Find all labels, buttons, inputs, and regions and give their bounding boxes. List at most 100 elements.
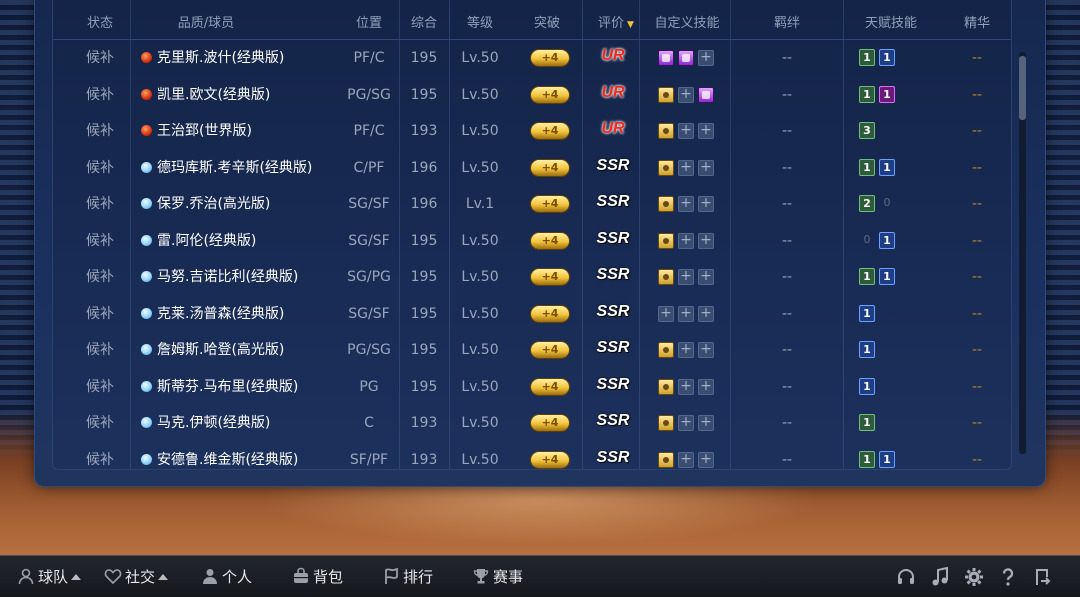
add-skill-icon[interactable] [698, 305, 714, 322]
table-row[interactable]: 候补 斯蒂芬.马布里(经典版) PG 195 Lv.50 +4 SSR -- 1 -- [53, 369, 1011, 406]
breakthrough-badge[interactable]: +4 [530, 85, 570, 104]
talent-badge[interactable]: 1 [859, 450, 875, 468]
nav-personal[interactable]: 个人 [201, 566, 252, 588]
add-skill-icon[interactable] [698, 195, 714, 212]
add-skill-icon[interactable] [698, 159, 714, 176]
skill-icon[interactable] [658, 123, 674, 139]
talent-badge[interactable]: 1 [859, 85, 875, 103]
add-skill-icon[interactable] [678, 122, 694, 139]
table-row[interactable]: 候补 雷.阿伦(经典版) SG/SF 195 Lv.50 +4 SSR -- 01 -- [53, 223, 1011, 260]
gear-icon[interactable] [964, 567, 984, 587]
talent-badge[interactable]: 1 [859, 49, 875, 66]
header-bond[interactable]: 羁绊 [753, 12, 821, 31]
table-row[interactable]: 候补 王治郅(世界版) PF/C 193 Lv.50 +4 UR -- 3 -- [53, 113, 1011, 150]
help-icon[interactable] [998, 567, 1018, 587]
breakthrough-badge[interactable]: +4 [530, 231, 570, 250]
scrollbar[interactable] [1019, 52, 1026, 454]
talent-badge[interactable]: 1 [859, 268, 875, 285]
table-row[interactable]: 候补 詹姆斯.哈登(高光版) PG/SG 195 Lv.50 +4 SSR -- 1 -- [53, 332, 1011, 369]
talent-badge[interactable]: 1 [859, 158, 875, 176]
table-row[interactable]: 候补 马克.伊顿(经典版) C 193 Lv.50 +4 SSR -- 1 -- [53, 405, 1011, 442]
breakthrough-badge[interactable]: +4 [530, 377, 570, 396]
add-skill-icon[interactable] [698, 49, 714, 66]
add-skill-icon[interactable] [678, 232, 694, 249]
add-skill-icon[interactable] [678, 378, 694, 395]
breakthrough-badge[interactable]: +4 [530, 341, 570, 359]
nav-events[interactable]: 赛事 [472, 566, 523, 588]
breakthrough-badge[interactable]: +4 [530, 268, 570, 286]
header-overall[interactable]: 综合 [398, 12, 450, 31]
table-row[interactable]: 候补 凯里.欧文(经典版) PG/SG 195 Lv.50 +4 UR -- 11 -- [53, 77, 1011, 114]
music-icon[interactable] [930, 566, 950, 587]
talent-badge[interactable]: 1 [859, 341, 875, 358]
skill-icon[interactable] [658, 196, 674, 212]
talent-badge[interactable]: 1 [879, 49, 895, 66]
talent-badge[interactable]: 1 [879, 231, 895, 249]
talent-badge[interactable]: 2 [859, 195, 875, 212]
skill-icon[interactable] [658, 269, 674, 285]
header-position[interactable]: 位置 [339, 12, 399, 31]
header-custom-skills[interactable]: 自定义技能 [644, 12, 730, 31]
nav-social[interactable]: 社交 [104, 566, 169, 588]
breakthrough-badge[interactable]: +4 [530, 49, 570, 67]
add-skill-icon[interactable] [658, 305, 674, 322]
header-breakthrough[interactable]: 突破 [519, 12, 575, 31]
skill-icon[interactable] [698, 86, 714, 103]
table-row[interactable]: 候补 克里斯.波什(经典版) PF/C 195 Lv.50 +4 UR -- 11 -- [53, 40, 1011, 77]
skill-icon[interactable] [658, 232, 674, 249]
add-skill-icon[interactable] [698, 341, 714, 358]
add-skill-icon[interactable] [678, 86, 694, 103]
add-skill-icon[interactable] [698, 414, 714, 431]
talent-badge[interactable]: 3 [859, 122, 875, 139]
scrollbar-thumb[interactable] [1019, 56, 1026, 120]
nav-team[interactable]: 球队 [17, 566, 82, 588]
add-skill-icon[interactable] [678, 195, 694, 212]
nav-backpack[interactable]: 背包 [292, 566, 343, 588]
add-skill-icon[interactable] [698, 268, 714, 285]
breakthrough-badge[interactable]: +4 [530, 158, 570, 177]
add-skill-icon[interactable] [678, 159, 694, 176]
skill-icon[interactable] [658, 159, 674, 176]
breakthrough-badge[interactable]: +4 [530, 450, 570, 469]
table-row[interactable]: 候补 安德鲁.维金斯(经典版) SF/PF 193 Lv.50 +4 SSR -- 11 -- [53, 442, 1011, 470]
talent-badge[interactable]: 1 [859, 304, 875, 322]
exit-icon[interactable] [1032, 567, 1052, 587]
table-row[interactable]: 候补 马努.吉诺比利(经典版) SG/PG 195 Lv.50 +4 SSR -- 11 -- [53, 259, 1011, 296]
skill-icon[interactable] [658, 86, 674, 103]
add-skill-icon[interactable] [678, 451, 694, 468]
table-row[interactable]: 候补 克莱.汤普森(经典版) SG/SF 195 Lv.50 +4 SSR -- 1 -- [53, 296, 1011, 333]
header-rating[interactable]: 评价 ▼ [588, 12, 644, 31]
add-skill-icon[interactable] [698, 451, 714, 468]
skill-icon[interactable] [658, 378, 674, 395]
talent-badge[interactable]: 1 [879, 158, 895, 176]
talent-badge[interactable]: 1 [859, 414, 875, 431]
breakthrough-badge[interactable]: +4 [530, 195, 570, 213]
nav-ranking[interactable]: 排行 [382, 566, 433, 588]
header-level[interactable]: 等级 [451, 12, 509, 31]
table-row[interactable]: 候补 德玛库斯.考辛斯(经典版) C/PF 196 Lv.50 +4 SSR -- 11 -- [53, 150, 1011, 187]
talent-badge[interactable]: 0 [879, 195, 895, 212]
breakthrough-badge[interactable]: +4 [530, 414, 570, 432]
skill-icon[interactable] [658, 415, 674, 431]
header-player[interactable]: 品质/球员 [151, 12, 261, 31]
header-talent-skills[interactable]: 天赋技能 [847, 12, 935, 31]
breakthrough-badge[interactable]: +4 [530, 304, 570, 323]
add-skill-icon[interactable] [698, 122, 714, 139]
add-skill-icon[interactable] [698, 378, 714, 395]
add-skill-icon[interactable] [698, 232, 714, 249]
skill-icon[interactable] [658, 342, 674, 358]
breakthrough-badge[interactable]: +4 [530, 122, 570, 140]
add-skill-icon[interactable] [678, 341, 694, 358]
skill-icon[interactable] [678, 50, 694, 66]
add-skill-icon[interactable] [678, 414, 694, 431]
talent-badge[interactable]: 1 [859, 377, 875, 395]
talent-badge[interactable]: 1 [879, 450, 895, 468]
skill-icon[interactable] [658, 451, 674, 468]
header-essence[interactable]: 精华 [941, 12, 1011, 31]
skill-icon[interactable] [658, 50, 674, 66]
headset-icon[interactable] [896, 567, 916, 587]
table-row[interactable]: 候补 保罗.乔治(高光版) SG/SF 196 Lv.1 +4 SSR -- 20 -- [53, 186, 1011, 223]
talent-badge[interactable]: 1 [879, 85, 895, 103]
talent-badge[interactable]: 0 [859, 232, 875, 249]
header-status[interactable]: 状态 [70, 12, 130, 31]
